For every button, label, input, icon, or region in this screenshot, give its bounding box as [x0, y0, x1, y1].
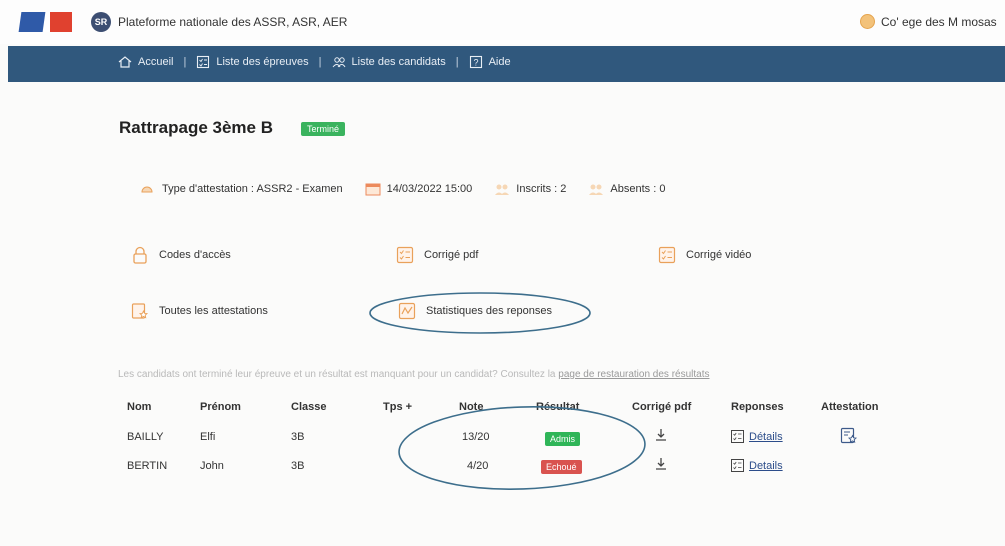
users-icon	[588, 182, 604, 196]
checklist-icon	[196, 55, 210, 69]
table-row-nom: BAILLY	[127, 431, 164, 443]
nav-item-epreuves[interactable]: Liste des épreuves	[196, 55, 309, 69]
col-header-nom[interactable]: Nom	[127, 401, 151, 413]
result-badge-echoue: Echoué	[541, 460, 582, 474]
col-header-resultat[interactable]: Résultat	[536, 401, 579, 413]
checklist-icon	[731, 459, 744, 472]
col-header-attestation: Attestation	[821, 401, 879, 413]
details-link[interactable]: Détails	[731, 430, 783, 443]
download-icon[interactable]	[654, 428, 668, 442]
codes-acces-button[interactable]: Codes d'accès	[131, 246, 231, 264]
restauration-link[interactable]: page de restauration des résultats	[558, 369, 709, 380]
college-name: Co' ege des M mosas	[881, 14, 997, 29]
user-account[interactable]: Co' ege des M mosas	[860, 14, 997, 29]
col-header-prenom[interactable]: Prénom	[200, 401, 241, 413]
table-row-classe: 3B	[291, 460, 305, 472]
nav-item-candidats[interactable]: Liste des candidats	[332, 55, 446, 69]
users-icon	[332, 55, 346, 69]
meta-absents: Absents : 0	[588, 182, 665, 196]
corrige-video-button[interactable]: Corrigé vidéo	[658, 246, 751, 264]
lock-icon	[131, 246, 149, 264]
page-title: Rattrapage 3ème B	[119, 118, 274, 137]
col-header-corrige-pdf: Corrigé pdf	[632, 401, 692, 413]
certificate-star-icon	[131, 302, 149, 320]
toutes-attestations-button[interactable]: Toutes les attestations	[131, 302, 268, 320]
download-icon[interactable]	[654, 457, 668, 471]
certificate-icon	[140, 182, 154, 196]
result-badge-admis: Admis	[545, 432, 581, 446]
col-header-note[interactable]: Note	[459, 401, 483, 413]
checklist-icon	[731, 430, 744, 443]
meta-inscrits: Inscrits : 2	[494, 182, 566, 196]
col-header-classe[interactable]: Classe	[291, 401, 326, 413]
nav-separator: |	[455, 56, 459, 68]
nav-item-aide[interactable]: ? Aide	[469, 55, 511, 69]
checklist-icon	[396, 246, 414, 264]
user-icon	[860, 14, 875, 29]
highlight-ellipse	[398, 406, 646, 490]
republique-francaise-logo[interactable]	[18, 12, 72, 32]
exam-meta: Type d'attestation : ASSR2 - Examen 14/0…	[140, 182, 687, 196]
home-icon	[118, 55, 132, 69]
corrige-pdf-button[interactable]: Corrigé pdf	[396, 246, 478, 264]
users-icon	[494, 182, 510, 196]
statistiques-reponses-button[interactable]: Statistiques des reponses	[398, 302, 552, 320]
table-row-prenom: John	[200, 460, 224, 472]
table-row-nom: BERTIN	[127, 460, 168, 472]
status-badge: Terminé	[301, 122, 346, 136]
col-header-reponses: Reponses	[731, 401, 784, 413]
table-row-note: 4/20	[467, 460, 489, 472]
nav-item-accueil[interactable]: Accueil	[118, 55, 173, 69]
nav-menu: Accueil | Liste des épreuves | Liste des…	[118, 55, 511, 69]
details-link[interactable]: Details	[731, 459, 783, 472]
nav-separator: |	[183, 56, 187, 68]
svg-text:?: ?	[473, 58, 478, 68]
securite-routiere-logo: SR	[91, 12, 111, 32]
attestation-icon[interactable]	[840, 427, 858, 445]
checklist-icon	[658, 246, 676, 264]
meta-date: 14/03/2022 15:00	[365, 182, 472, 196]
table-row-classe: 3B	[291, 431, 305, 443]
meta-type: Type d'attestation : ASSR2 - Examen	[140, 182, 343, 196]
nav-separator: |	[318, 56, 322, 68]
calendar-icon	[365, 182, 381, 196]
table-row-prenom: Elfi	[200, 431, 216, 443]
table-row-note: 13/20	[462, 431, 490, 443]
col-header-tps[interactable]: Tps +	[383, 401, 412, 413]
chart-icon	[398, 302, 416, 320]
missing-result-notice: Les candidats ont terminé leur épreuve e…	[118, 369, 710, 380]
help-icon: ?	[469, 55, 483, 69]
platform-title[interactable]: Plateforme nationale des ASSR, ASR, AER	[118, 15, 347, 29]
